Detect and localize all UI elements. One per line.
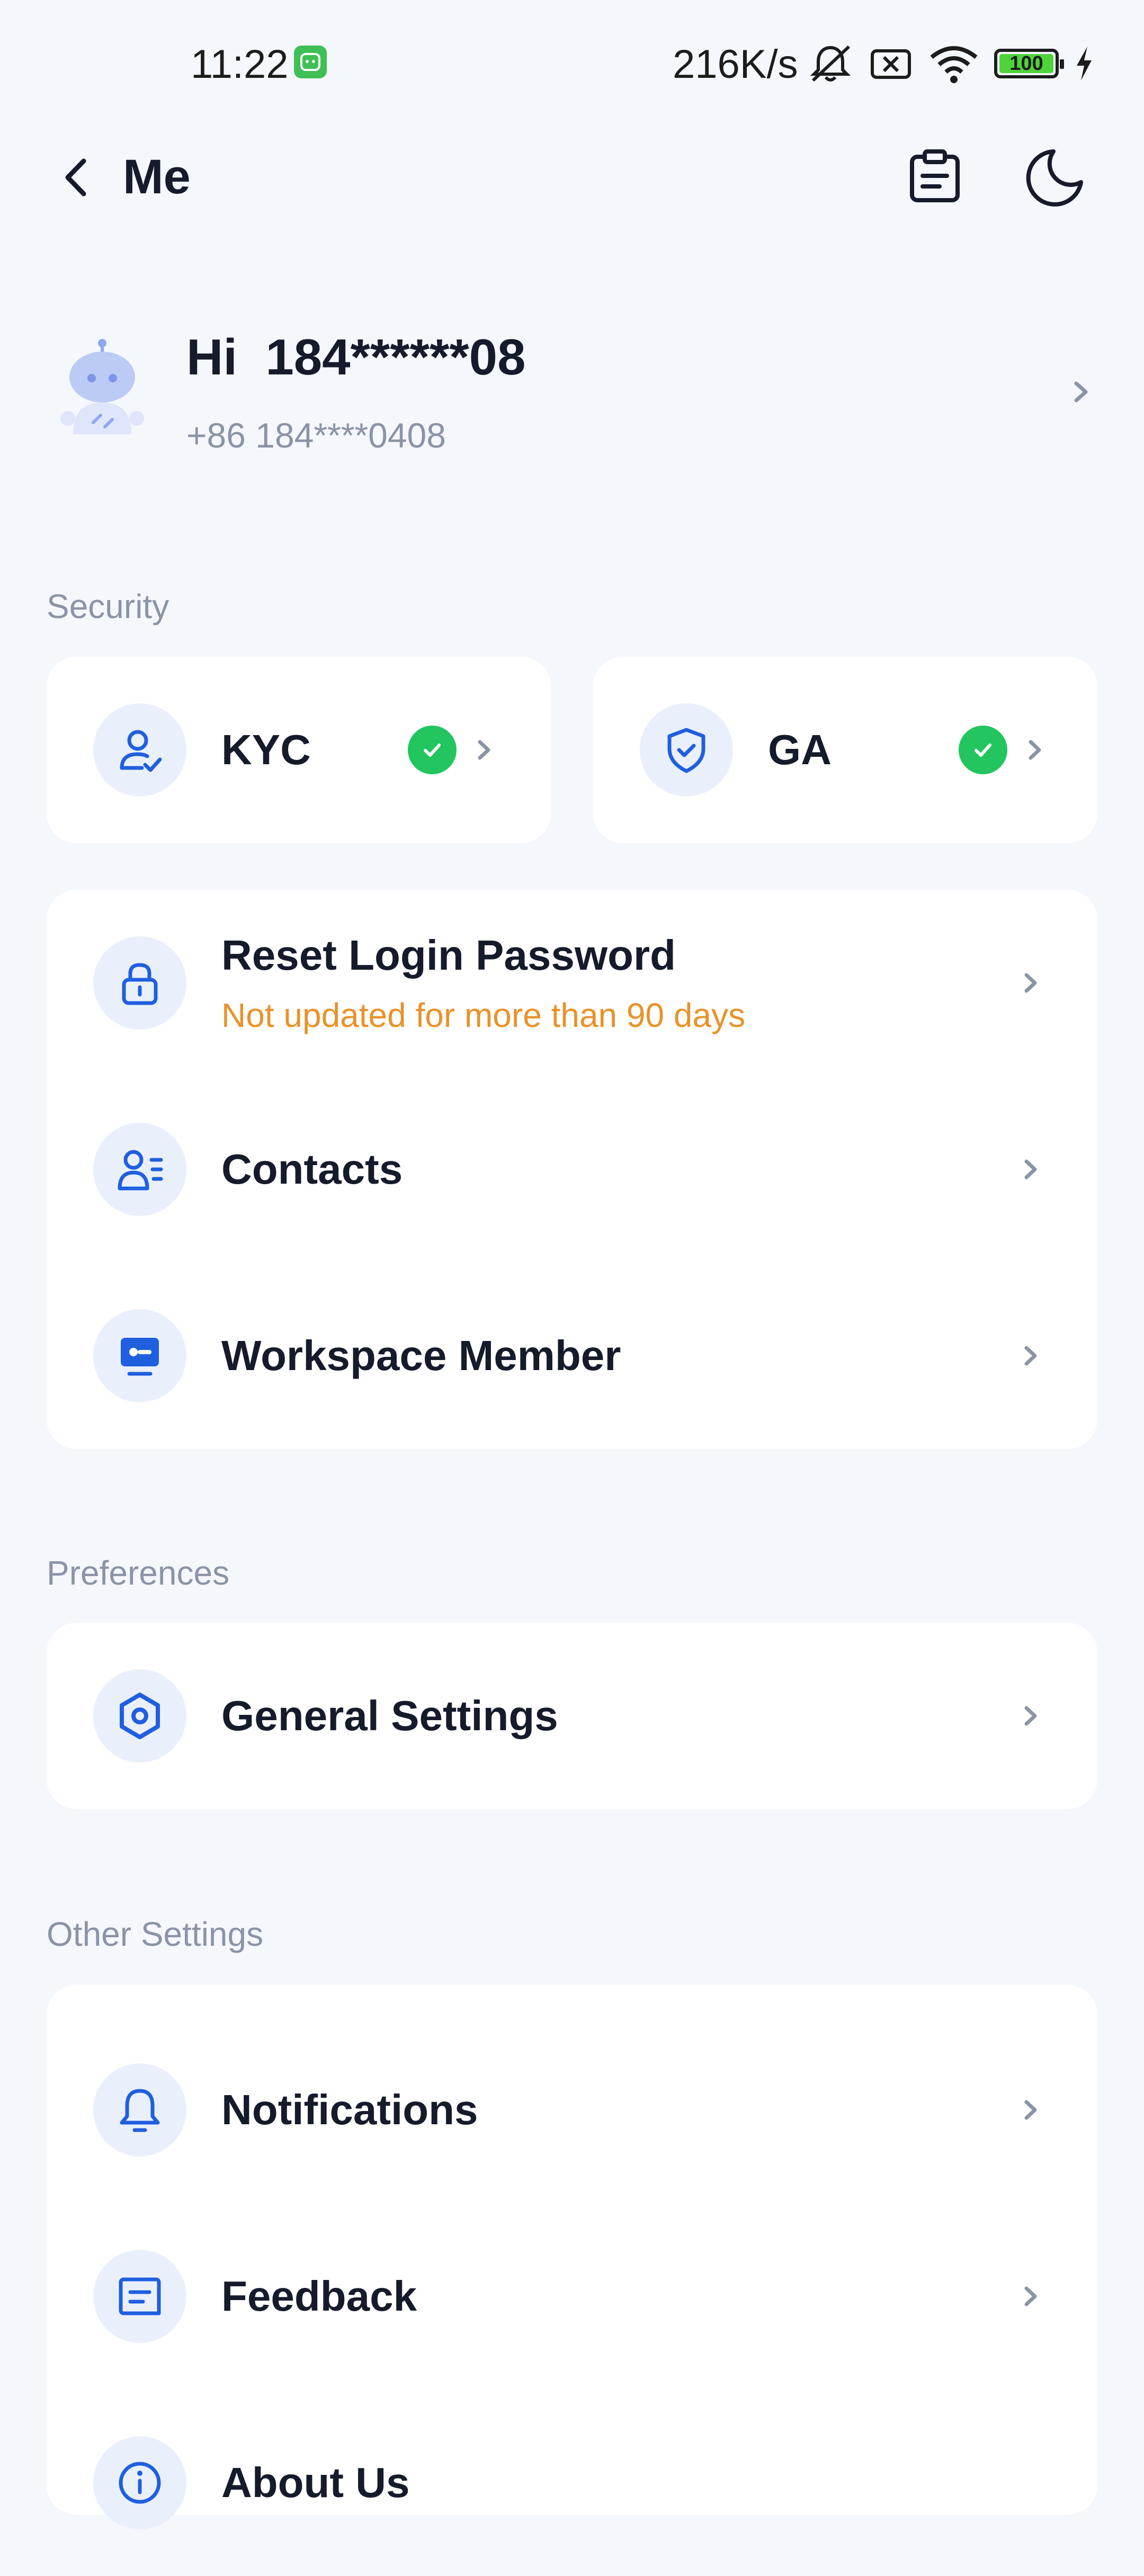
user-greeting: Hi 184******08 [186,329,526,386]
workspace-member-chevron-right-icon [1024,1346,1037,1366]
notifications-row[interactable]: Notifications [47,2017,1097,2203]
bell-icon [120,2089,160,2132]
feedback-icon-circle [93,2250,186,2343]
reset-password-warning: Not updated for more than 90 days [221,996,746,1034]
about-us-label: About Us [221,2459,410,2506]
other-settings-card: Notifications Feedback About Us [47,1985,1097,2529]
sim-disabled-icon [871,49,911,79]
contacts-chevron-right-icon [1024,1159,1037,1179]
contacts-icon-circle [93,1123,186,1216]
reset-password-chevron-right-icon [1024,973,1037,993]
back-arrow-icon[interactable] [53,143,95,212]
reset-password-row[interactable]: Reset Login Password Not updated for mor… [47,890,1097,1076]
about-us-icon-circle [93,2436,186,2529]
kyc-chevron-right-icon [478,740,490,760]
notifications-icon-circle [93,2063,186,2157]
general-settings-chevron-right-icon [1024,1706,1037,1726]
feedback-row[interactable]: Feedback [47,2203,1097,2390]
feedback-icon [119,2277,161,2315]
reset-password-icon-circle [93,936,186,1030]
profile-chevron-right-icon[interactable] [1065,371,1096,413]
general-settings-label: General Settings [221,1692,558,1739]
general-settings-icon-circle [93,1669,186,1763]
reset-password-label: Reset Login Password [221,932,676,979]
feedback-chevron-right-icon [1024,2286,1037,2306]
mute-bell-icon [810,45,851,82]
lock-icon [122,963,158,1005]
kyc-icon-circle [93,703,186,797]
kyc-label: KYC [221,726,311,773]
dark-mode-moon-icon[interactable] [1020,143,1088,212]
notifications-chevron-right-icon [1024,2100,1037,2120]
settings-hexagon-icon [120,1693,160,1739]
ga-verified-check-icon [959,726,1007,774]
kyc-verified-check-icon [408,726,457,774]
notifications-label: Notifications [221,2086,478,2133]
workspace-member-icon [121,1338,159,1376]
info-icon [119,2462,161,2504]
contacts-icon [118,1150,163,1191]
ga-label: GA [768,726,832,773]
status-time: 11:22 [191,42,289,87]
page-title: Me [123,150,191,204]
workspace-member-row[interactable]: Workspace Member [47,1263,1097,1449]
contacts-row[interactable]: Contacts [47,1076,1097,1263]
ga-icon-circle [640,703,733,797]
account-settings-card: Reset Login Password Not updated for mor… [47,890,1097,1449]
about-us-row[interactable]: About Us [47,2390,1097,2576]
feedback-label: Feedback [221,2273,417,2320]
avatar[interactable] [52,334,153,450]
clipboard-icon[interactable] [900,143,969,212]
shield-check-icon [667,728,705,773]
workspace-member-icon-circle [93,1309,186,1402]
app-notification-icon [294,46,327,78]
kyc-card[interactable]: KYC [47,657,551,843]
ga-chevron-right-icon [1029,740,1041,760]
general-settings-row[interactable]: General Settings [47,1623,1097,1809]
contacts-label: Contacts [221,1146,403,1193]
network-speed: 216K/s [673,42,798,87]
section-preferences-label: Preferences [47,1554,230,1592]
workspace-member-label: Workspace Member [221,1332,621,1379]
user-verified-icon [120,730,162,772]
status-icons: 100 [808,42,1095,85]
battery-icon: 100 [994,49,1064,78]
user-phone: +86 184****0408 [186,416,446,455]
section-security-label: Security [47,587,169,625]
charging-icon [1077,47,1092,80]
wifi-icon [930,46,978,83]
ga-card[interactable]: GA [593,657,1097,843]
section-other-settings-label: Other Settings [47,1915,264,1953]
battery-level: 100 [999,52,1053,75]
